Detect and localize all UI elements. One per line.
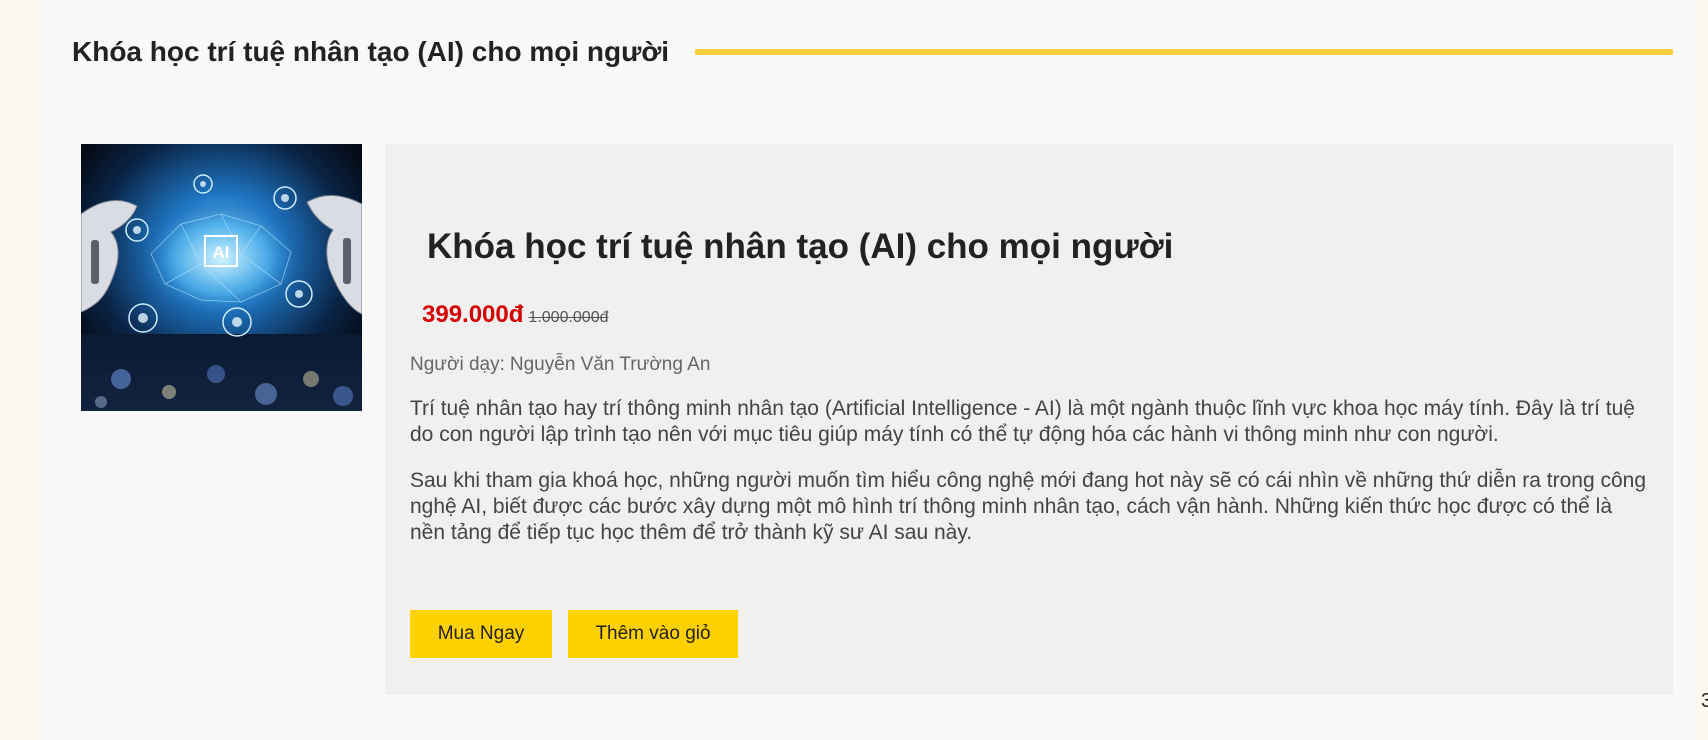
course-description: Trí tuệ nhân tạo hay trí thông minh nhân… — [410, 396, 1650, 566]
section-title: Khóa học trí tuệ nhân tạo (AI) cho mọi n… — [72, 36, 670, 67]
description-paragraph: Sau khi tham gia khoá học, những người m… — [410, 469, 1647, 544]
ai-badge-text: AI — [213, 243, 230, 262]
course-thumbnail[interactable]: AI — [81, 144, 362, 411]
action-buttons: Mua Ngay Thêm vào giỏ — [410, 610, 738, 658]
section-accent-line — [695, 49, 1673, 55]
teacher-label: Người dạy: — [410, 354, 505, 375]
breadcrumb-link[interactable]: … — [72, 0, 88, 3]
breadcrumb-current: … — [92, 0, 108, 3]
teacher-info: Người dạy: Nguyễn Văn Trường An — [410, 354, 710, 376]
teacher-name: Nguyễn Văn Trường An — [509, 354, 711, 375]
add-to-cart-button[interactable]: Thêm vào giỏ — [568, 610, 738, 658]
price-row: 399.000đ 1.000.000đ — [422, 301, 609, 329]
course-detail-panel: Khóa học trí tuệ nhân tạo (AI) cho mọi n… — [385, 144, 1673, 695]
buy-now-button[interactable]: Mua Ngay — [410, 610, 552, 658]
course-title: Khóa học trí tuệ nhân tạo (AI) cho mọi n… — [427, 227, 1174, 266]
sale-price: 399.000đ — [422, 301, 524, 328]
edge-glyph: 3 — [1701, 690, 1708, 712]
section-header: Khóa học trí tuệ nhân tạo (AI) cho mọi n… — [72, 36, 1673, 68]
original-price: 1.000.000đ — [528, 309, 609, 326]
breadcrumb: … … — [72, 0, 108, 3]
ai-brain-illustration: AI — [81, 144, 362, 411]
description-paragraph: Trí tuệ nhân tạo hay trí thông minh nhân… — [410, 397, 1635, 446]
